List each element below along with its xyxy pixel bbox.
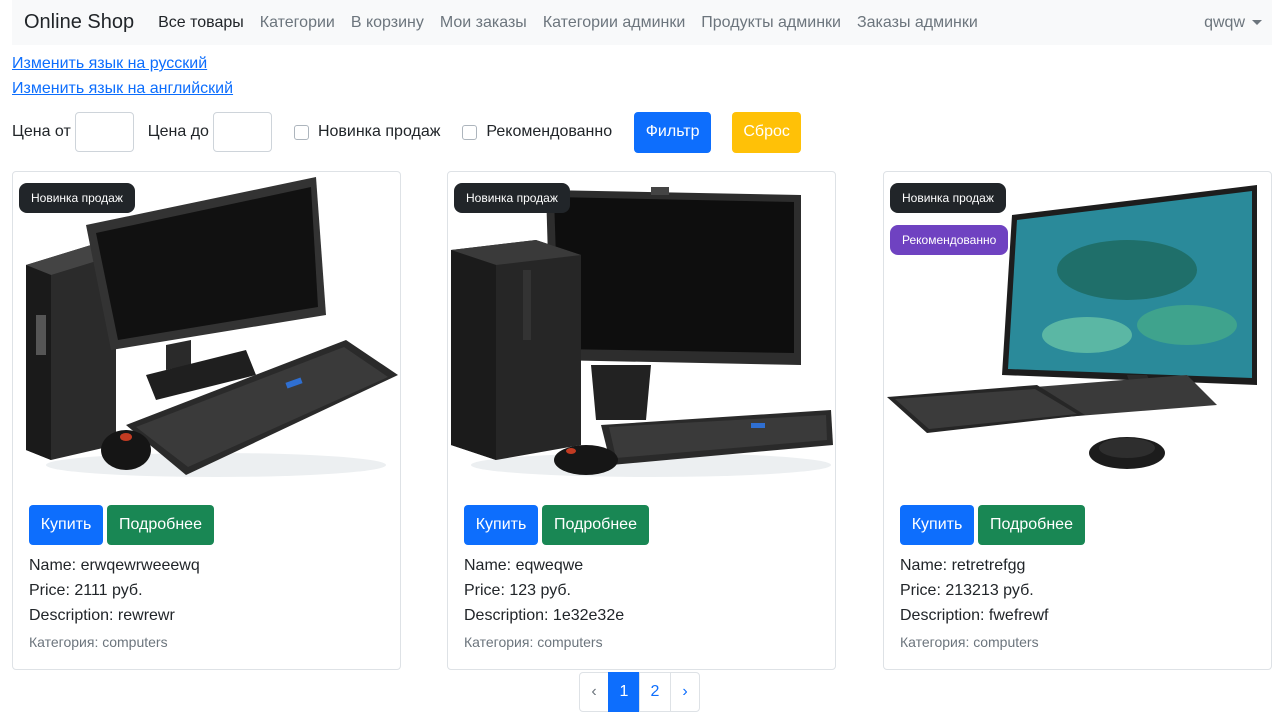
reset-button[interactable]: Сброс (732, 111, 802, 153)
details-button[interactable]: Подробнее (978, 505, 1085, 545)
buy-button[interactable]: Купить (464, 505, 538, 545)
nav-categories[interactable]: Категории (252, 14, 343, 32)
product-image-desktop-pc (451, 175, 833, 487)
filter-button[interactable]: Фильтр (634, 111, 712, 153)
card-actions: Купить Подробнее (900, 505, 1085, 545)
new-badge: Новинка продаж (890, 183, 1006, 213)
recommended-badge: Рекомендованно (890, 225, 1009, 255)
nav-admin-products[interactable]: Продукты админки (693, 14, 849, 32)
page-1-button[interactable]: 1 (608, 672, 640, 712)
product-description: Description: 1e32e32e (464, 607, 625, 624)
nav-admin-orders[interactable]: Заказы админки (849, 14, 986, 32)
page-2-button[interactable]: 2 (639, 672, 671, 712)
product-category: Категория: computers (464, 634, 603, 650)
new-checkbox-label: Новинка продаж (317, 123, 441, 140)
pagination: ‹ 1 2 › (579, 672, 700, 712)
caret-down-icon (1252, 20, 1262, 25)
price-to-input[interactable] (212, 112, 272, 152)
prev-page-button[interactable]: ‹ (579, 672, 609, 712)
user-name: qwqw (1204, 13, 1245, 31)
new-badge: Новинка продаж (454, 183, 570, 213)
card-actions: Купить Подробнее (464, 505, 649, 545)
buy-button[interactable]: Купить (900, 505, 974, 545)
lang-english-link[interactable]: Изменить язык на английский (12, 80, 233, 98)
card-actions: Купить Подробнее (29, 505, 214, 545)
nav-admin-categories[interactable]: Категории админки (535, 14, 693, 32)
price-to-label: Цена до (147, 123, 209, 140)
navbar: Online Shop Все товары Категории В корзи… (12, 0, 1272, 45)
recommended-checkbox-box[interactable] (462, 124, 478, 140)
new-checkbox[interactable]: Новинка продаж (293, 123, 441, 141)
product-image-desktop-pc (16, 175, 398, 487)
recommended-checkbox-label: Рекомендованно (486, 123, 613, 140)
product-description: Description: rewrewr (29, 607, 175, 624)
product-image-all-in-one-pc (887, 175, 1269, 487)
product-name: Name: retretrefgg (900, 557, 1026, 574)
buy-button[interactable]: Купить (29, 505, 103, 545)
product-category: Категория: computers (900, 634, 1039, 650)
product-name: Name: eqweqwe (464, 557, 584, 574)
product-price: Price: 213213 руб. (900, 582, 1034, 599)
product-description: Description: fwefrewf (900, 607, 1049, 624)
filter-form: Цена от Цена до Новинка продаж Рекомендо… (12, 111, 802, 153)
product-card: Новинка продаж Купить Подробнее Name: er… (12, 171, 401, 670)
price-from-label: Цена от (12, 123, 71, 140)
product-card: Новинка продаж Рекомендованно Купить Под… (883, 171, 1272, 670)
product-name: Name: erwqewrweeewq (29, 557, 200, 574)
details-button[interactable]: Подробнее (542, 505, 649, 545)
nav-cart[interactable]: В корзину (343, 14, 432, 32)
nav-all-products[interactable]: Все товары (150, 14, 252, 32)
nav-my-orders[interactable]: Мои заказы (432, 14, 535, 32)
new-checkbox-box[interactable] (293, 124, 309, 140)
nav-links: Все товары Категории В корзину Мои заказ… (150, 14, 986, 32)
user-menu[interactable]: qwqw (1204, 0, 1262, 45)
product-price: Price: 2111 руб. (29, 582, 143, 599)
product-category: Категория: computers (29, 634, 168, 650)
next-page-button[interactable]: › (670, 672, 700, 712)
product-price: Price: 123 руб. (464, 582, 571, 599)
lang-russian-link[interactable]: Изменить язык на русский (12, 55, 207, 73)
brand-logo[interactable]: Online Shop (24, 11, 134, 34)
recommended-checkbox[interactable]: Рекомендованно (462, 123, 612, 141)
price-from-input[interactable] (74, 112, 134, 152)
new-badge: Новинка продаж (19, 183, 135, 213)
product-card: Новинка продаж Купить Подробнее Name: eq… (447, 171, 836, 670)
details-button[interactable]: Подробнее (107, 505, 214, 545)
